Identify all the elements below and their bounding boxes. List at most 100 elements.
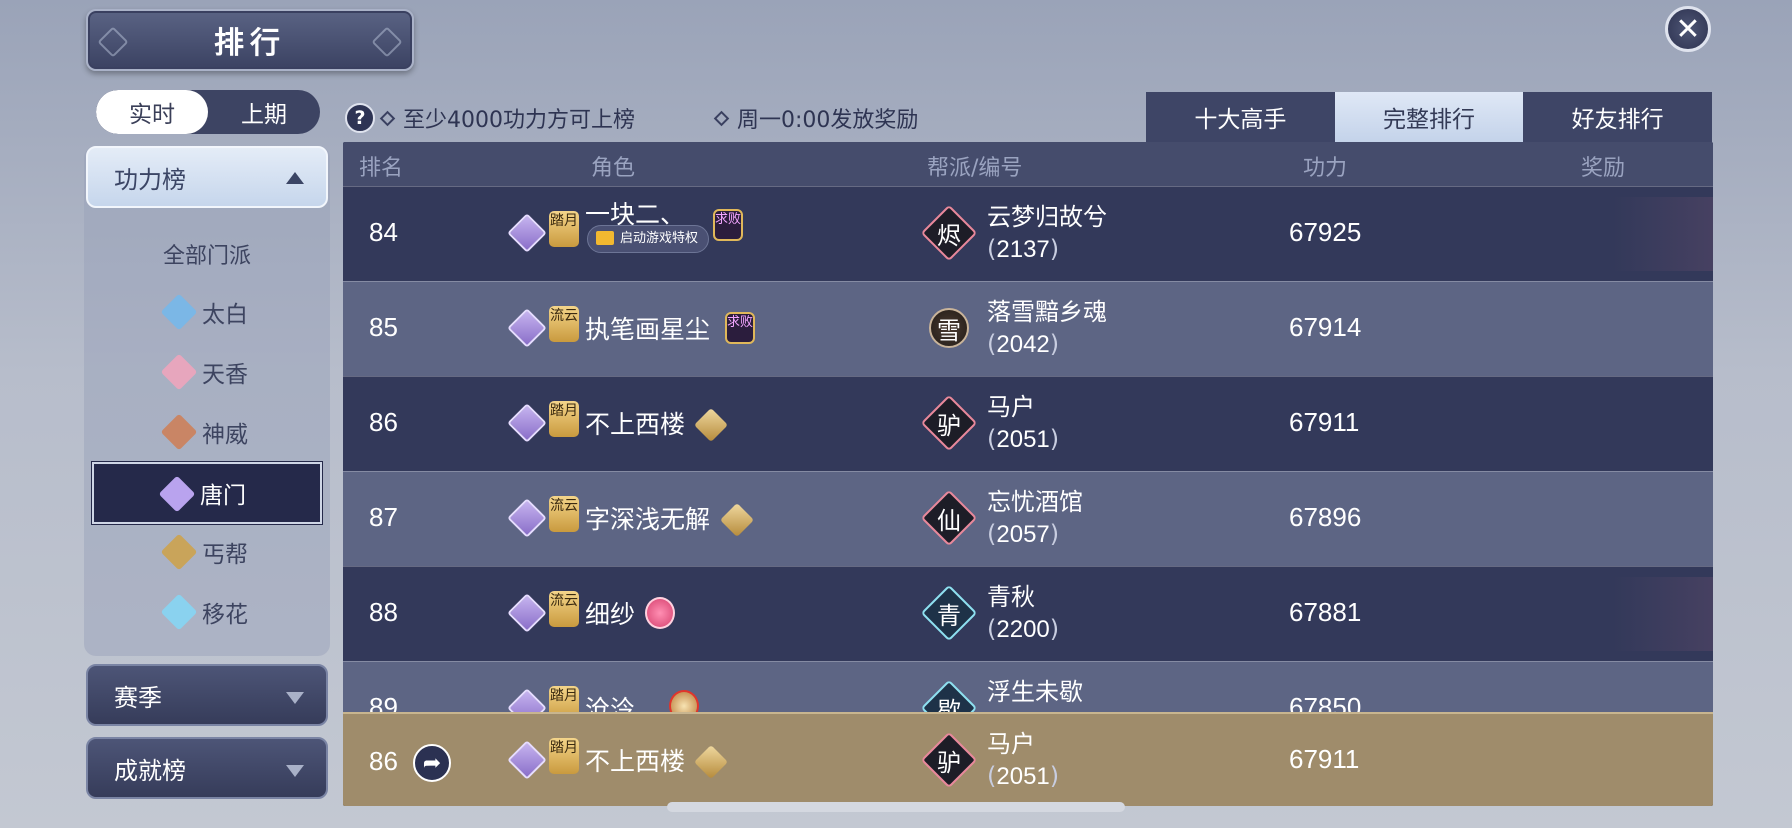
home-indicator[interactable] [667,802,1125,812]
power-value: 67911 [1289,744,1360,774]
tangmen-class-icon [507,593,547,633]
guild-id-value: 2057 [996,521,1050,548]
tangmen-title-icon [694,408,728,442]
qiubai-badge-icon: 求败 [713,209,743,241]
category-season[interactable]: 赛季 [86,664,328,726]
tangmen-class-icon [507,213,547,253]
category-power-ranking[interactable]: 功力榜 [86,146,328,208]
server-badge: 踏月 [549,401,579,437]
ranking-table[interactable]: 排名 角色 帮派/编号 功力 奖励 84 踏月 一块二、 启动游戏特权 求败 烬… [343,142,1713,806]
guild-id: (2057) [987,520,1060,548]
power-value: 67925 [1289,217,1362,247]
guild-emblem: 烬 [920,204,978,262]
header-rank: 排名 [359,156,404,181]
rank-value: 84 [369,217,398,247]
guild-id: (2137) [987,235,1060,263]
rank-value: 86 [369,746,398,776]
server-badge: 踏月 [549,738,579,774]
sect-label: 太白 [202,302,248,328]
my-rank-row[interactable]: 86 ➦ 踏月 不上西楼 驴 马户 (2051) 67911 [343,712,1713,806]
sect-filter-all[interactable]: 全部门派 [86,238,328,270]
category-label: 赛季 [114,683,162,712]
tangmen-title-icon [720,503,754,537]
table-row[interactable]: 85 流云 执笔画星尘 求败 雪 落雪黯乡魂 (2042) 67914 [343,281,1713,376]
rank-value: 87 [369,502,398,532]
server-badge: 流云 [549,306,579,342]
close-icon: ✕ [1675,11,1701,47]
sect-label: 丐帮 [202,542,248,568]
toggle-last-period[interactable]: 上期 [208,90,320,134]
tab-friend-ranking[interactable]: 好友排行 [1523,92,1713,142]
rank-value: 85 [369,312,398,342]
ornament-icon [371,26,403,58]
sect-item-yihua[interactable]: 移花 [96,583,318,641]
period-toggle[interactable]: 实时 上期 [96,90,320,134]
tab-top-ten[interactable]: 十大高手 [1146,92,1335,142]
guild-id: (2051) [987,762,1060,790]
sect-item-shenwei[interactable]: 神威 [96,403,318,461]
player-name: 细纱 [585,600,636,629]
yihua-icon [160,593,198,631]
category-achievement[interactable]: 成就榜 [86,737,328,799]
table-row[interactable]: 86 踏月 不上西楼 驴 马户 (2051) 67911 [343,376,1713,471]
reward-cell [1613,577,1713,651]
sect-item-gaibang[interactable]: 丐帮 [96,523,318,581]
guild-id-value: 2200 [996,616,1050,643]
guild-id: (2042) [987,330,1060,358]
table-row[interactable]: 88 流云 细纱 青 青秋 (2200) 67881 [343,566,1713,661]
header-reward: 奖励 [1581,156,1626,181]
header-power: 功力 [1303,156,1348,181]
tab-full-ranking[interactable]: 完整排行 [1334,92,1524,142]
heart-icon [645,597,675,629]
note-text: 至少4000功力方可上榜 [403,108,635,133]
guild-emblem-glyph: 青 [937,601,961,630]
tangmen-title-icon [694,745,728,779]
gaibang-icon [160,533,198,571]
guild-name: 青秋 [987,583,1035,611]
guild-emblem-glyph: 驴 [937,748,961,777]
share-arrow-icon: ➦ [422,750,442,776]
close-button[interactable]: ✕ [1665,6,1711,52]
sect-item-taibai[interactable]: 太白 [96,283,318,341]
table-row[interactable]: 87 流云 字深浅无解 仙 忘忧酒馆 (2057) 67896 [343,471,1713,566]
title-plate: 排行 [86,9,414,71]
guild-emblem: 雪 [923,302,975,354]
power-value: 67896 [1289,502,1362,532]
expand-arrow-icon [286,765,304,777]
player-name: 字深浅无解 [585,505,711,534]
help-button[interactable]: ? [345,103,375,133]
table-row[interactable]: 84 踏月 一块二、 启动游戏特权 求败 烬 云梦归故兮 (2137) 6792… [343,186,1713,281]
locate-self-button[interactable]: ➦ [413,744,451,782]
sect-item-tianxiang[interactable]: 天香 [96,343,318,401]
note-min-power: 至少4000功力方可上榜 [379,103,635,133]
guild-name: 马户 [987,393,1035,421]
tangmen-class-icon [507,498,547,538]
sect-label: 移花 [202,602,248,628]
category-label: 成就榜 [114,756,186,785]
table-header: 排名 角色 帮派/编号 功力 奖励 [343,142,1713,186]
header-role: 角色 [591,156,636,181]
guild-name: 落雪黯乡魂 [987,298,1107,326]
note-reward-time: 周一0:00发放奖励 [713,103,919,133]
expand-arrow-icon [286,692,304,704]
note-text: 周一0:00发放奖励 [737,108,919,133]
page-title: 排行 [214,26,286,61]
rank-value: 88 [369,597,398,627]
server-badge: 流云 [549,591,579,627]
player-name: 不上西楼 [585,747,686,776]
tangmen-icon [158,475,196,513]
diamond-bullet-icon [713,110,730,126]
server-badge: 流云 [549,496,579,532]
sect-item-tangmen[interactable]: 唐门 [91,461,323,525]
privilege-badge: 启动游戏特权 [587,225,710,253]
power-value: 67911 [1289,407,1360,437]
guild-name: 云梦归故兮 [987,203,1107,231]
sect-label: 神威 [202,422,248,448]
guild-id-value: 2137 [996,236,1050,263]
guild-id-value: 2042 [996,331,1050,358]
guild-emblem: 驴 [920,731,978,789]
diamond-bullet-icon [379,110,396,126]
power-value: 67914 [1289,312,1362,342]
category-label: 功力榜 [114,165,186,194]
toggle-realtime[interactable]: 实时 [96,90,208,134]
